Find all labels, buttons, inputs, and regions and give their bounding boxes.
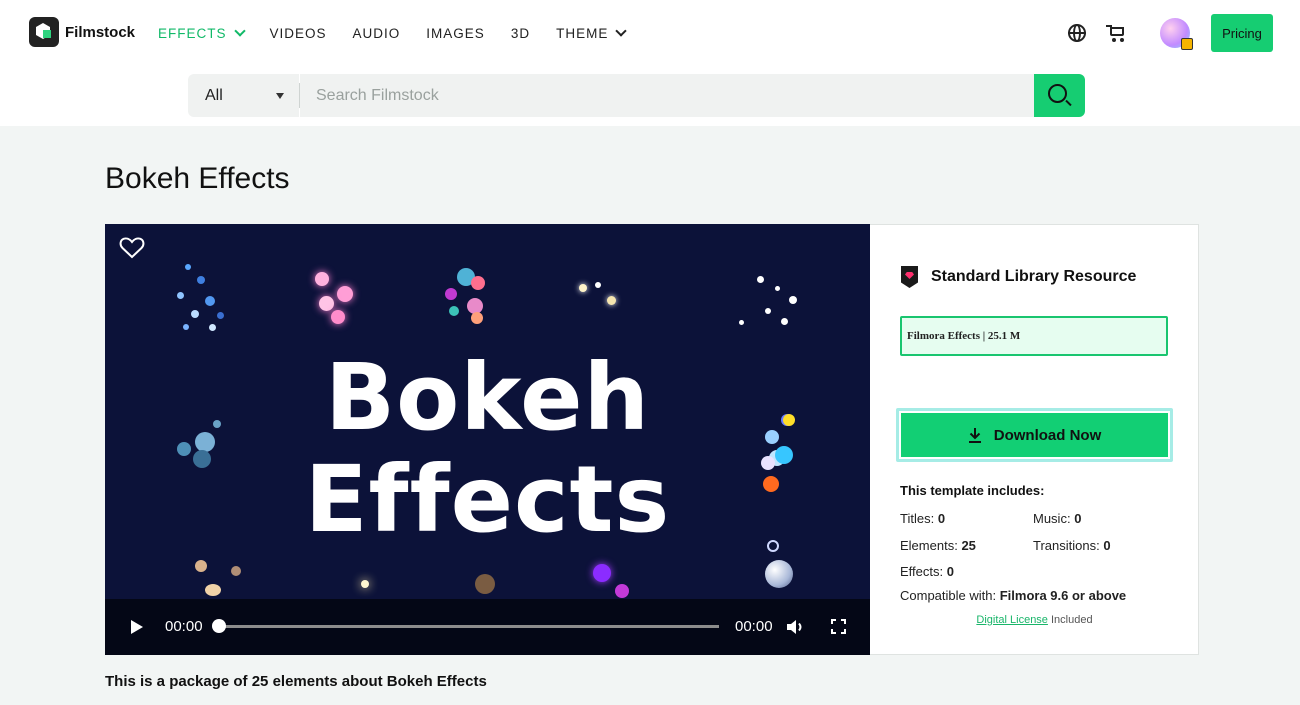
spec-compatible: Compatible with: Filmora 9.6 or above <box>900 588 1126 603</box>
license-suffix: Included <box>1047 614 1093 626</box>
nav-images[interactable]: IMAGES <box>426 25 485 41</box>
spec-value: 0 <box>1103 538 1111 553</box>
search-category-value: All <box>205 86 223 104</box>
spec-label: Transitions: <box>1033 538 1100 553</box>
spec-value: 0 <box>937 511 946 526</box>
nav-effects[interactable]: EFFECTS <box>158 24 246 41</box>
nav-videos[interactable]: VIDEOS <box>270 25 327 41</box>
nav-effects-label: EFFECTS <box>158 25 227 41</box>
caret-down-icon <box>276 93 284 99</box>
nav-3d-label: 3D <box>510 25 531 41</box>
fullscreen-icon[interactable] <box>831 619 846 634</box>
nav-audio[interactable]: AUDIO <box>353 25 401 41</box>
search-button[interactable] <box>1034 74 1085 117</box>
nav-theme[interactable]: THEME <box>556 24 627 41</box>
nav-videos-label: VIDEOS <box>269 25 327 41</box>
current-time: 00:00 <box>165 618 203 635</box>
search-bar: All <box>188 74 1085 117</box>
spec-value: 0 <box>946 564 954 579</box>
nav-3d[interactable]: 3D <box>511 25 530 41</box>
filmstock-logo[interactable]: Filmstock <box>29 17 135 47</box>
search-icon <box>1048 84 1067 103</box>
pricing-button[interactable]: Pricing <box>1211 14 1273 52</box>
play-icon[interactable] <box>131 620 143 634</box>
video-player[interactable]: Bokeh Effects 00:00 00:00 <box>105 224 870 655</box>
main-nav: EFFECTS VIDEOS AUDIO IMAGES 3D THEME <box>158 24 651 41</box>
preview-title-line2: Effects <box>304 446 671 553</box>
nav-theme-label: THEME <box>556 25 609 41</box>
package-description: This is a package of 25 elements about B… <box>105 673 487 690</box>
spec-label: Elements: <box>900 538 958 553</box>
cart-icon[interactable] <box>1106 24 1126 42</box>
license-note: Digital License Included <box>870 614 1199 626</box>
page-title: Bokeh Effects <box>105 162 290 195</box>
download-button-frame: Download Now <box>896 408 1173 462</box>
filmstock-logo-icon <box>29 17 59 47</box>
diamond-badge-icon <box>901 266 918 288</box>
download-button[interactable]: Download Now <box>901 413 1168 457</box>
header-actions: Pricing <box>1068 14 1273 52</box>
spec-value: Filmora 9.6 or above <box>999 588 1127 603</box>
avatar[interactable] <box>1160 18 1193 50</box>
spec-transitions: Transitions: 0 <box>1033 538 1111 553</box>
includes-title: This template includes: <box>900 483 1045 498</box>
spec-elements: Elements: 25 <box>900 538 976 553</box>
chevron-down-icon <box>233 24 246 37</box>
file-info: Filmora Effects | 25.1 M <box>900 316 1168 356</box>
player-controls: 00:00 00:00 <box>105 599 870 655</box>
spec-label: Titles: <box>900 511 935 526</box>
spec-value: 0 <box>1074 511 1082 526</box>
spec-music: Music: 0 <box>1033 511 1081 526</box>
spec-titles: Titles: 0 <box>900 511 945 526</box>
globe-icon[interactable] <box>1068 24 1086 42</box>
resource-panel: Standard Library Resource Filmora Effect… <box>870 224 1199 655</box>
search-input[interactable] <box>300 74 1034 117</box>
volume-icon[interactable] <box>786 619 806 635</box>
resource-tier: Standard Library Resource <box>931 268 1137 285</box>
nav-audio-label: AUDIO <box>352 25 401 41</box>
search-category-select[interactable]: All <box>188 74 299 117</box>
download-icon <box>968 428 981 443</box>
top-header: Filmstock EFFECTS VIDEOS AUDIO IMAGES 3D… <box>0 0 1300 126</box>
spec-value: 25 <box>961 538 976 553</box>
progress-track[interactable] <box>218 625 719 628</box>
duration: 00:00 <box>735 618 773 635</box>
heart-icon[interactable] <box>119 236 145 260</box>
digital-license-link[interactable]: Digital License <box>976 614 1048 626</box>
spec-label: Effects: <box>900 564 944 579</box>
preview-title-line1: Bokeh <box>325 344 650 451</box>
chevron-down-icon <box>615 24 627 37</box>
progress-knob[interactable] <box>212 619 226 633</box>
spec-effects: Effects: 0 <box>900 564 954 579</box>
spec-label: Music: <box>1033 511 1071 526</box>
nav-images-label: IMAGES <box>426 25 485 41</box>
brand-name: Filmstock <box>65 23 136 41</box>
spec-label: Compatible with: <box>900 588 997 603</box>
download-label: Download Now <box>993 426 1102 444</box>
